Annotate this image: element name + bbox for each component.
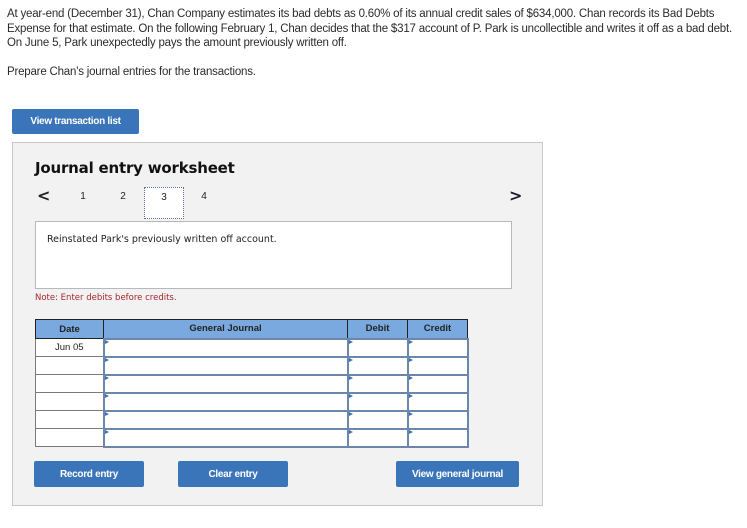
debit-credit-note: Note: Enter debits before credits. <box>35 293 177 303</box>
account-cell <box>102 391 349 412</box>
credit-cell <box>406 337 469 358</box>
debit-input[interactable] <box>348 375 407 392</box>
journal-row <box>35 355 469 376</box>
header-credit: Credit <box>407 319 468 339</box>
journal-header-row: Date General Journal Debit Credit <box>35 319 468 339</box>
worksheet-title: Journal entry worksheet <box>35 159 235 177</box>
chevron-right-icon[interactable]: > <box>509 187 522 205</box>
debit-cell <box>346 373 409 394</box>
record-entry-button[interactable]: Record entry <box>34 461 144 487</box>
account-select[interactable] <box>104 411 347 428</box>
credit-cell <box>406 373 469 394</box>
debit-cell <box>346 427 409 448</box>
credit-input[interactable] <box>408 411 467 428</box>
date-cell <box>35 428 104 447</box>
date-cell <box>35 356 104 375</box>
debit-cell <box>346 337 409 358</box>
date-cell: Jun 05 <box>35 338 104 357</box>
account-cell <box>102 355 349 376</box>
account-cell <box>102 337 349 358</box>
journal-row <box>35 391 469 412</box>
journal-row: Jun 05 <box>35 337 469 358</box>
date-cell <box>35 392 104 411</box>
journal-entry-worksheet-panel: Journal entry worksheet < 1 2 3 4 > Rein… <box>12 142 543 506</box>
view-general-journal-button[interactable]: View general journal <box>396 461 519 487</box>
account-cell <box>102 409 349 430</box>
journal-table: Date General Journal Debit Credit Jun 05 <box>35 319 469 448</box>
header-debit: Debit <box>347 319 408 339</box>
debit-cell <box>346 355 409 376</box>
tab-3[interactable]: 3 <box>144 187 184 219</box>
date-cell <box>35 410 104 429</box>
journal-row <box>35 373 469 394</box>
debit-cell <box>346 409 409 430</box>
credit-cell <box>406 409 469 430</box>
account-select[interactable] <box>104 339 347 356</box>
header-date: Date <box>35 319 104 339</box>
chevron-left-icon[interactable]: < <box>37 187 50 205</box>
account-select[interactable] <box>104 357 347 374</box>
transaction-description: Reinstated Park's previously written off… <box>35 221 512 289</box>
problem-instruction: Prepare Chan's journal entries for the t… <box>7 65 256 78</box>
debit-input[interactable] <box>348 357 407 374</box>
tab-2[interactable]: 2 <box>103 187 143 217</box>
account-select[interactable] <box>104 429 347 446</box>
credit-cell <box>406 427 469 448</box>
credit-cell <box>406 355 469 376</box>
view-transaction-list-button[interactable]: View transaction list <box>12 109 139 134</box>
problem-statement: At year-end (December 31), Chan Company … <box>7 7 737 79</box>
credit-input[interactable] <box>408 429 467 446</box>
date-cell <box>35 374 104 393</box>
account-cell <box>102 427 349 448</box>
debit-input[interactable] <box>348 411 407 428</box>
clear-entry-button[interactable]: Clear entry <box>178 461 288 487</box>
tab-1[interactable]: 1 <box>63 187 103 217</box>
tab-4[interactable]: 4 <box>184 187 224 217</box>
journal-row <box>35 409 469 430</box>
credit-input[interactable] <box>408 375 467 392</box>
account-cell <box>102 373 349 394</box>
debit-input[interactable] <box>348 339 407 356</box>
debit-input[interactable] <box>348 429 407 446</box>
journal-row <box>35 427 469 448</box>
account-select[interactable] <box>104 393 347 410</box>
credit-cell <box>406 391 469 412</box>
header-general-journal: General Journal <box>103 319 348 339</box>
debit-input[interactable] <box>348 393 407 410</box>
credit-input[interactable] <box>408 393 467 410</box>
credit-input[interactable] <box>408 357 467 374</box>
problem-paragraph: At year-end (December 31), Chan Company … <box>7 8 732 49</box>
credit-input[interactable] <box>408 339 467 356</box>
debit-cell <box>346 391 409 412</box>
account-select[interactable] <box>104 375 347 392</box>
